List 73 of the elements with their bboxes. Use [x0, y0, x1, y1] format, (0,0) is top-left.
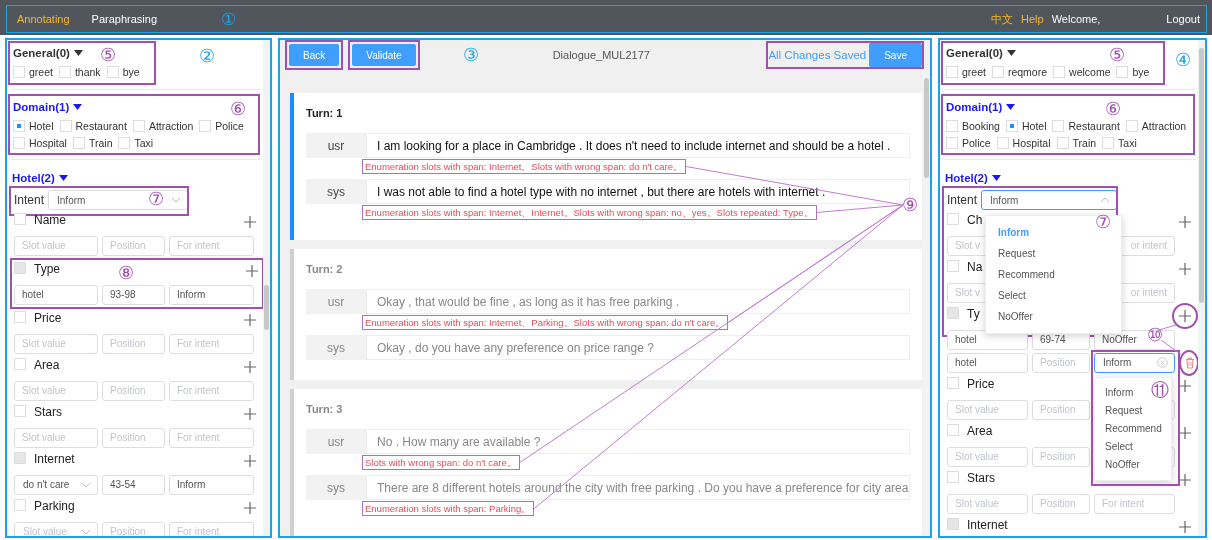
- dialogue-title: Dialogue_MUL2177: [552, 49, 650, 61]
- speaker-label: usr: [306, 133, 366, 158]
- checkbox-label: reqmore: [1007, 66, 1048, 78]
- callout-number: ⑥: [230, 100, 246, 118]
- slot-name: Area: [34, 358, 60, 372]
- slot-name: Stars: [967, 471, 995, 485]
- checkbox-label: welcome: [1069, 66, 1111, 78]
- callout-number: ⑤: [99, 46, 116, 64]
- utterance-text: No . How many are available ?: [366, 429, 910, 454]
- checkbox-label: Hotel: [1021, 120, 1047, 132]
- checkbox-label: Attraction: [148, 120, 194, 132]
- checkbox-label: greet: [962, 66, 986, 78]
- error-message: Enumeration slots with span: Internet、Parking。Slots with wrong span: do n't care。: [362, 315, 729, 330]
- checkbox-label: Restaurant: [1068, 120, 1120, 132]
- field-label: Intent: [14, 193, 45, 207]
- callout-number: ⑩: [1147, 326, 1163, 344]
- error-message: Slots with wrong span: do n't care。: [362, 455, 520, 470]
- slot-name: Price: [34, 311, 62, 325]
- checkbox-label: Booking: [962, 120, 1000, 132]
- speaker-label: sys: [306, 179, 366, 204]
- slot-name: Ty: [967, 307, 980, 321]
- turn-title: Turn: 2: [306, 263, 344, 275]
- speaker-label: sys: [306, 335, 366, 360]
- checkbox-label: Hospital: [29, 137, 67, 149]
- callout-number: ⑦: [148, 190, 164, 208]
- slot-name: Parking: [34, 499, 75, 513]
- checkbox-label: Police: [962, 137, 991, 149]
- slot-name: Na: [967, 260, 983, 274]
- save-status: All Changes Saved: [768, 49, 867, 61]
- utterance-text: There are 8 different hotels around the city with free parking . Do you have a preference for city area: [366, 475, 910, 500]
- checkbox-label: bye: [1132, 66, 1150, 78]
- slot-name: Ch: [967, 213, 983, 227]
- checkbox-label: thank: [74, 66, 101, 78]
- field-label: Intent: [947, 193, 978, 207]
- checkbox-label: Restaurant: [75, 120, 127, 132]
- speaker-label: usr: [306, 429, 366, 454]
- speaker-label: usr: [306, 289, 366, 314]
- slot-name: Internet: [967, 518, 1008, 532]
- callout-number: ⑦: [1095, 213, 1111, 231]
- welcome-text: Welcome,: [1051, 13, 1101, 25]
- speaker-label: sys: [306, 475, 366, 500]
- callout-number: ⑪: [1151, 380, 1169, 399]
- checkbox-label: Train: [1072, 137, 1097, 149]
- callout-number: ④: [1175, 49, 1191, 71]
- callout-number: ⑧: [118, 264, 134, 282]
- checkbox-label: Taxi: [134, 137, 154, 149]
- slot-name: Internet: [34, 452, 75, 466]
- callout-number: ①: [221, 8, 237, 30]
- slot-name: Name: [34, 213, 66, 227]
- utterance-text: Okay , do you have any preference on price range ?: [366, 335, 910, 360]
- checkbox-label: Police: [215, 120, 244, 132]
- callout-number: ③: [463, 44, 479, 66]
- checkbox-label: Train: [88, 137, 113, 149]
- utterance-text: Okay , that would be fine , as long as it has free parking .: [366, 289, 910, 314]
- turn-title: Turn: 1: [306, 107, 344, 119]
- callout-number: ⑥: [1105, 100, 1121, 118]
- slot-name: Stars: [34, 405, 62, 419]
- callout-number: ⑤: [1109, 46, 1126, 64]
- utterance-text: I am looking for a place in Cambridge . It does n't need to include internet and should be a hotel .: [366, 133, 910, 158]
- callout-number: ②: [199, 45, 215, 67]
- error-message: Enumeration slots with span: Internet。Slots with wrong span: do n't care。: [362, 159, 687, 174]
- error-message: Enumeration slots with span: Parking。: [362, 501, 535, 516]
- slot-name: Area: [967, 424, 993, 438]
- checkbox-label: Attraction: [1141, 120, 1187, 132]
- checkbox-label: Hotel: [29, 120, 54, 132]
- slot-name: Type: [34, 262, 60, 276]
- checkbox-label: greet: [29, 66, 53, 78]
- slot-name: Price: [967, 377, 995, 391]
- checkbox-label: bye: [122, 66, 140, 78]
- checkbox-label: Taxi: [1118, 137, 1137, 149]
- error-message: Enumeration slots with span: Internet、Internet。Slots with wrong span: no、yes。Slots repeated: Type。: [362, 205, 817, 220]
- checkbox-label: Hospital: [1012, 137, 1051, 149]
- turn-title: Turn: 3: [306, 403, 344, 415]
